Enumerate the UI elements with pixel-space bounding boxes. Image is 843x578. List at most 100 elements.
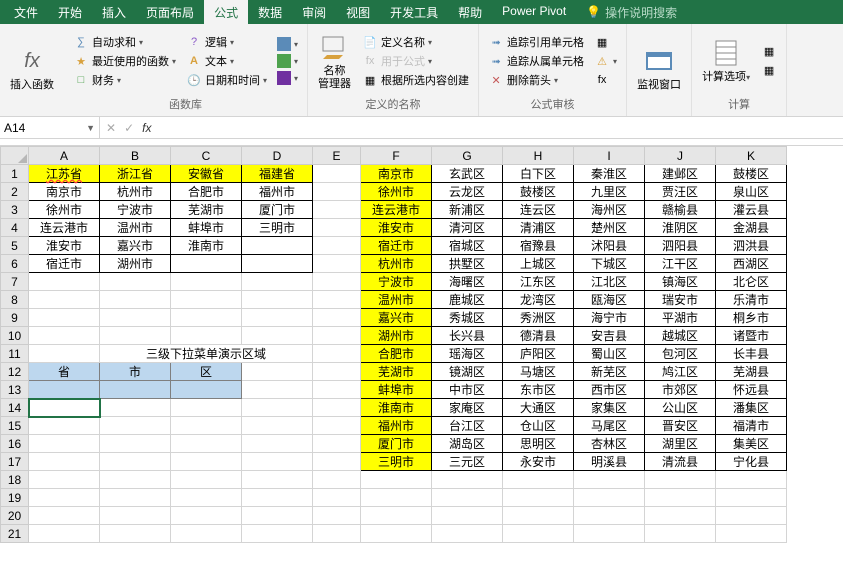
col-header-I[interactable]: I [574,147,645,165]
cell-H3[interactable]: 连云区 [503,201,574,219]
calc-options-button[interactable]: 计算选项▾ [696,26,756,96]
cell-D7[interactable] [242,273,313,291]
cell-D13[interactable] [242,381,313,399]
cell-J19[interactable] [645,489,716,507]
cell-G11[interactable]: 瑶海区 [432,345,503,363]
cell-K7[interactable]: 北仑区 [716,273,787,291]
more-fn-button[interactable]: ▾ [275,70,300,86]
cell-A3[interactable]: 徐州市 [29,201,100,219]
cell-K5[interactable]: 泗洪县 [716,237,787,255]
cell-J3[interactable]: 赣榆县 [645,201,716,219]
cell-F4[interactable]: 淮安市 [361,219,432,237]
row-header-17[interactable]: 17 [1,453,29,471]
row-header-4[interactable]: 4 [1,219,29,237]
row-header-19[interactable]: 19 [1,489,29,507]
cell-F19[interactable] [361,489,432,507]
cell-A16[interactable] [29,435,100,453]
cell-A2[interactable]: 南京市 [29,183,100,201]
cell-B21[interactable] [100,525,171,543]
autosum-button[interactable]: ∑自动求和▾ [71,33,178,51]
cell-I8[interactable]: 瓯海区 [574,291,645,309]
cell-A5[interactable]: 淮安市 [29,237,100,255]
cell-B1[interactable]: 浙江省 [100,165,171,183]
cell-F8[interactable]: 温州市 [361,291,432,309]
cell-K10[interactable]: 诸暨市 [716,327,787,345]
cell-J18[interactable] [645,471,716,489]
cell-E8[interactable] [313,291,361,309]
cell-D17[interactable] [242,453,313,471]
cell-G14[interactable]: 家庵区 [432,399,503,417]
cell-B7[interactable] [100,273,171,291]
cell-C7[interactable] [171,273,242,291]
remove-arrows-button[interactable]: ✕删除箭头▾ [486,71,586,89]
cell-D20[interactable] [242,507,313,525]
cell-E21[interactable] [313,525,361,543]
cell-C1[interactable]: 安徽省 [171,165,242,183]
formula-input[interactable] [157,117,843,138]
cell-C8[interactable] [171,291,242,309]
row-header-10[interactable]: 10 [1,327,29,345]
cell-H14[interactable]: 大通区 [503,399,574,417]
cell-B19[interactable] [100,489,171,507]
cell-B11[interactable]: 三级下拉菜单演示区域 [100,345,313,363]
col-header-J[interactable]: J [645,147,716,165]
row-header-1[interactable]: 1 [1,165,29,183]
cell-J12[interactable]: 鸠江区 [645,363,716,381]
tab-page-layout[interactable]: 页面布局 [136,0,204,24]
cell-E11[interactable] [313,345,361,363]
cell-J13[interactable]: 市郊区 [645,381,716,399]
cell-H16[interactable]: 思明区 [503,435,574,453]
cell-H21[interactable] [503,525,574,543]
cell-E2[interactable] [313,183,361,201]
cell-C21[interactable] [171,525,242,543]
col-header-B[interactable]: B [100,147,171,165]
col-header-G[interactable]: G [432,147,503,165]
cell-G20[interactable] [432,507,503,525]
cell-D10[interactable] [242,327,313,345]
cell-C12[interactable]: 区 [171,363,242,381]
cell-D3[interactable]: 厦门市 [242,201,313,219]
cell-A15[interactable] [29,417,100,435]
cell-B13[interactable] [100,381,171,399]
name-box[interactable]: ▼ [0,117,100,138]
cell-C5[interactable]: 淮南市 [171,237,242,255]
row-header-18[interactable]: 18 [1,471,29,489]
cell-K9[interactable]: 桐乡市 [716,309,787,327]
cell-B3[interactable]: 宁波市 [100,201,171,219]
cell-K21[interactable] [716,525,787,543]
cell-J10[interactable]: 越城区 [645,327,716,345]
tab-file[interactable]: 文件 [4,0,48,24]
row-header-21[interactable]: 21 [1,525,29,543]
cell-K6[interactable]: 西湖区 [716,255,787,273]
cell-I6[interactable]: 下城区 [574,255,645,273]
cell-J9[interactable]: 平湖市 [645,309,716,327]
cell-G16[interactable]: 湖岛区 [432,435,503,453]
cell-A19[interactable] [29,489,100,507]
cell-G7[interactable]: 海曙区 [432,273,503,291]
cell-I4[interactable]: 楚州区 [574,219,645,237]
cell-E16[interactable] [313,435,361,453]
cell-A4[interactable]: 连云港市 [29,219,100,237]
cell-H20[interactable] [503,507,574,525]
cell-C18[interactable] [171,471,242,489]
cell-F14[interactable]: 淮南市 [361,399,432,417]
cell-G1[interactable]: 玄武区 [432,165,503,183]
cell-D21[interactable] [242,525,313,543]
cell-J2[interactable]: 贾汪区 [645,183,716,201]
cell-F7[interactable]: 宁波市 [361,273,432,291]
cell-K1[interactable]: 鼓楼区 [716,165,787,183]
cell-C9[interactable] [171,309,242,327]
cell-A9[interactable] [29,309,100,327]
cell-G3[interactable]: 新浦区 [432,201,503,219]
cell-J7[interactable]: 镇海区 [645,273,716,291]
cell-E4[interactable] [313,219,361,237]
cell-E12[interactable] [313,363,361,381]
tab-data[interactable]: 数据 [248,0,292,24]
cell-A12[interactable]: 省 [29,363,100,381]
cell-J6[interactable]: 江干区 [645,255,716,273]
cell-D19[interactable] [242,489,313,507]
cell-A20[interactable] [29,507,100,525]
col-header-E[interactable]: E [313,147,361,165]
tab-insert[interactable]: 插入 [92,0,136,24]
cell-C3[interactable]: 芜湖市 [171,201,242,219]
